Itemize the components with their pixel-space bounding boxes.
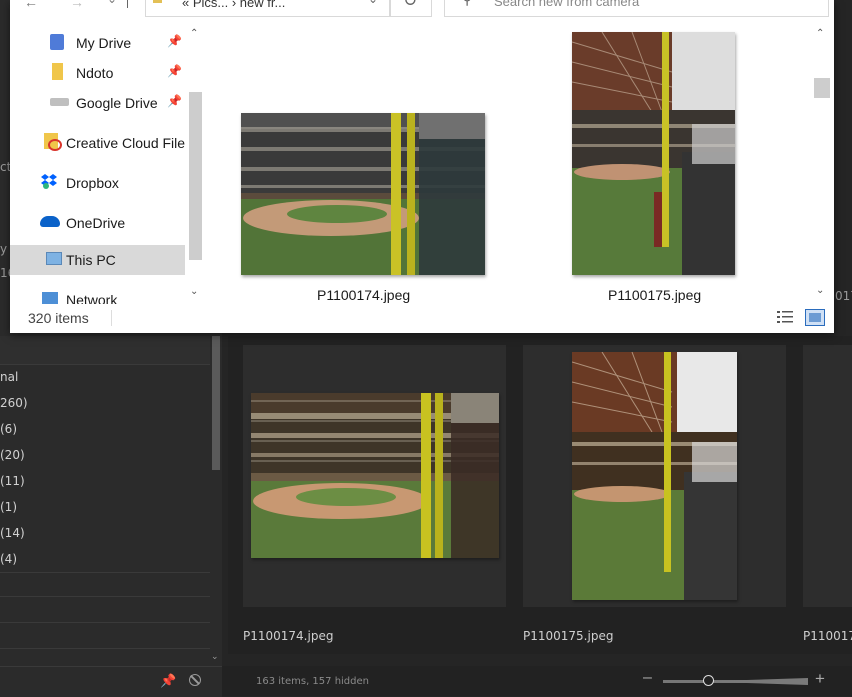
nav-item-this-pc[interactable]: This PC xyxy=(10,245,185,275)
divider xyxy=(111,310,112,326)
up-icon[interactable] xyxy=(127,0,128,8)
search-placeholder: Search new from camera xyxy=(494,0,640,9)
folder-row[interactable]: (4) xyxy=(0,552,17,566)
explorer-status-bar xyxy=(10,304,834,333)
thumbnail-label: P1100174.jpeg xyxy=(243,629,334,643)
large-icons-view-icon[interactable] xyxy=(805,309,825,326)
file-list-scrollbar-thumb[interactable] xyxy=(814,78,830,98)
divider xyxy=(0,622,210,623)
chevron-up-icon[interactable]: ⌃ xyxy=(190,28,198,39)
computer-icon xyxy=(46,252,62,265)
pin-icon[interactable]: 📌 xyxy=(167,34,182,48)
nav-item-label: Creative Cloud Files xyxy=(66,135,193,151)
refresh-icon[interactable]: ↻ xyxy=(403,0,417,11)
folder-scrollbar-thumb[interactable] xyxy=(212,336,220,470)
file-thumbnail[interactable] xyxy=(241,113,485,275)
nav-item-ndoto[interactable]: Ndoto 📌 xyxy=(10,58,185,88)
nav-item-label: OneDrive xyxy=(66,215,126,231)
nav-item-google-drive[interactable]: Google Drive 📌 xyxy=(10,88,185,118)
folder-row[interactable]: (6) xyxy=(0,422,17,436)
file-explorer-window: ← → ⌄ « Pics... › new fr... ⌄ ↻ ⚲ Search… xyxy=(10,0,834,333)
network-icon xyxy=(42,292,58,304)
search-icon: ⚲ xyxy=(462,0,472,8)
divider xyxy=(0,572,210,573)
folder-row[interactable]: nal xyxy=(0,370,18,384)
chevron-down-icon[interactable]: ⌄ xyxy=(211,651,219,662)
nav-item-label: Google Drive xyxy=(76,95,158,111)
folder-icon xyxy=(153,0,162,3)
chevron-down-icon[interactable]: ⌄ xyxy=(368,0,378,6)
zoom-out-icon[interactable]: – xyxy=(643,669,652,687)
zoom-slider-knob[interactable] xyxy=(702,675,714,686)
nav-scrollbar-thumb[interactable] xyxy=(189,92,202,260)
breadcrumb[interactable]: « Pics... › new fr... xyxy=(182,0,285,10)
file-list-scrollbar[interactable] xyxy=(811,28,834,304)
pin-icon[interactable]: 📌 xyxy=(167,64,182,78)
folder-icon xyxy=(52,63,63,80)
nav-item-label: Network xyxy=(66,292,118,304)
chevron-up-icon[interactable]: ⌃ xyxy=(816,28,824,39)
divider xyxy=(0,648,210,649)
drive-icon xyxy=(50,98,69,106)
folder-panel-header xyxy=(0,336,222,365)
nav-item-label: This PC xyxy=(66,252,116,268)
dropbox-icon xyxy=(40,173,58,189)
navigation-pane: My Drive 📌 Ndoto 📌 Google Drive 📌 Creati… xyxy=(10,28,206,304)
folder-row[interactable]: (1) xyxy=(0,500,17,514)
back-icon[interactable]: ← xyxy=(24,0,38,10)
pin-icon[interactable]: 📌 xyxy=(160,673,176,689)
thumbnail-label: P1100175.jpeg xyxy=(523,629,614,643)
nav-item-label: Ndoto xyxy=(76,65,114,81)
nav-item-network[interactable]: Network xyxy=(10,285,185,304)
google-drive-icon xyxy=(50,34,64,50)
divider xyxy=(0,596,210,597)
onedrive-icon xyxy=(40,216,60,227)
recent-dropdown-icon[interactable]: ⌄ xyxy=(107,0,117,6)
nav-item-my-drive[interactable]: My Drive 📌 xyxy=(10,28,185,58)
item-count: 320 items xyxy=(28,310,89,326)
folder-row[interactable]: (14) xyxy=(0,526,25,540)
nav-item-onedrive[interactable]: OneDrive xyxy=(10,208,185,238)
nav-item-label: My Drive xyxy=(76,35,132,51)
zoom-in-icon[interactable]: + xyxy=(815,669,825,689)
nav-item-creative-cloud-files[interactable]: Creative Cloud Files xyxy=(10,128,192,158)
folder-row[interactable]: (11) xyxy=(0,474,25,488)
block-icon[interactable] xyxy=(189,674,201,686)
chevron-down-icon[interactable]: ⌄ xyxy=(816,285,824,296)
thumbnail-image[interactable] xyxy=(572,352,737,600)
details-view-icon[interactable] xyxy=(776,309,794,325)
folder-row[interactable]: 260) xyxy=(0,396,28,410)
pin-icon[interactable]: 📌 xyxy=(167,94,182,108)
folder-row[interactable]: (20) xyxy=(0,448,25,462)
file-thumbnail[interactable] xyxy=(572,32,735,275)
thumbnail-image[interactable] xyxy=(251,393,499,558)
chevron-down-icon[interactable]: ⌄ xyxy=(190,286,198,297)
partial-label: 017 xyxy=(835,289,852,303)
file-name[interactable]: P1100175.jpeg xyxy=(608,287,701,303)
nav-item-dropbox[interactable]: Dropbox xyxy=(10,168,185,198)
forward-icon[interactable]: → xyxy=(70,0,84,10)
status-text: 163 items, 157 hidden xyxy=(256,676,369,687)
creative-cloud-badge-icon xyxy=(48,139,62,151)
thumbnail-label: P110017 xyxy=(803,629,852,643)
thumbnail-cell[interactable] xyxy=(803,345,852,607)
file-name[interactable]: P1100174.jpeg xyxy=(317,287,410,303)
nav-item-label: Dropbox xyxy=(66,175,119,191)
